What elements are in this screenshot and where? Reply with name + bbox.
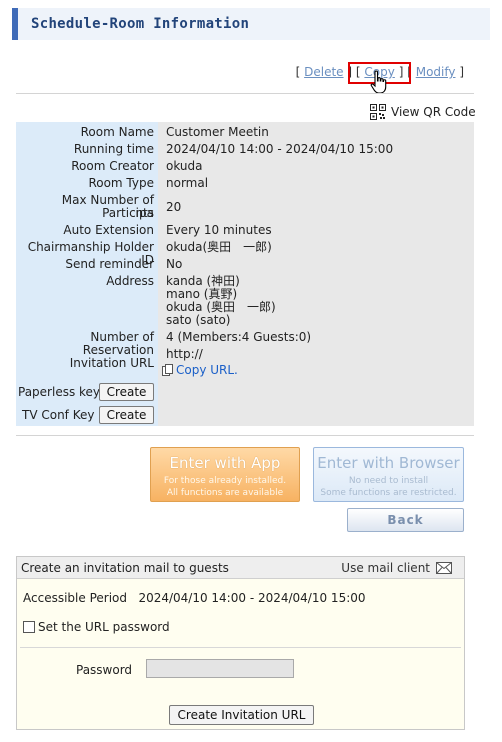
row-label: Address (106, 274, 154, 288)
enter-with-app-label: Enter with App (169, 454, 281, 472)
use-mail-client-label: Use mail client (341, 561, 430, 575)
row-label: Room Name (80, 125, 154, 139)
back-button[interactable]: Back (347, 508, 464, 532)
create-invitation-url-button[interactable]: Create Invitation URL (169, 705, 314, 725)
running-time-value: 2024/04/10 14:00 - 2024/04/10 15:00 (166, 142, 394, 156)
row-label: Paperless key (18, 385, 101, 399)
use-mail-client-link[interactable]: Use mail client (341, 561, 452, 575)
copy-icon (162, 364, 173, 376)
divider (16, 93, 474, 94)
enter-with-browser-subtext: No need to install (348, 476, 429, 486)
enter-with-app-button[interactable]: Enter with App For those already install… (150, 447, 300, 502)
enter-with-app-subtext: For those already installed. (163, 476, 287, 486)
address-item: sato (sato) (166, 313, 231, 327)
accessible-period-value: 2024/04/10 14:00 - 2024/04/10 15:00 (138, 591, 366, 605)
modify-link[interactable]: Modify (416, 65, 456, 79)
divider (20, 647, 461, 648)
copy-url-link[interactable]: Copy URL. (162, 364, 238, 377)
row-label: nts (135, 206, 154, 220)
invitation-mail-header: Create an invitation mail to guests Use … (17, 557, 464, 579)
invitation-mail-title: Create an invitation mail to guests (21, 561, 229, 575)
paperless-key-create-button[interactable]: Create (99, 383, 154, 401)
delete-link[interactable]: Delete (304, 65, 343, 79)
view-qr-code-label: View QR Code (391, 105, 476, 119)
enter-with-app-subtext: All functions are available (166, 488, 284, 498)
divider (16, 435, 474, 436)
password-input[interactable] (146, 659, 294, 678)
set-url-password-checkbox-row[interactable]: Set the URL password (23, 620, 170, 634)
accessible-period-label: Accessible Period (23, 591, 127, 605)
row-label: TV Conf Key (22, 408, 95, 422)
page-title-bar: Schedule-Room Information (12, 8, 490, 40)
enter-with-browser-label: Enter with Browser (317, 454, 460, 472)
bracket: [ (295, 65, 301, 79)
envelope-icon (436, 562, 452, 574)
row-label: Running time (73, 142, 154, 156)
max-participants-value: 20 (166, 200, 182, 214)
enter-with-browser-button[interactable]: Enter with Browser No need to install So… (313, 447, 464, 502)
send-reminder-value: No (166, 257, 183, 271)
accessible-period: Accessible Period 2024/04/10 14:00 - 202… (23, 591, 366, 605)
row-label: Room Creator (71, 159, 154, 173)
qr-code-icon (370, 104, 386, 120)
row-label: Invitation URL (69, 356, 154, 370)
password-label: Password (76, 663, 133, 677)
copy-url-label: Copy URL. (176, 363, 238, 377)
room-creator-value: okuda (166, 159, 203, 173)
row-label: Send reminder (65, 257, 154, 271)
invitation-url-value: http:// (166, 347, 203, 361)
set-url-password-label: Set the URL password (38, 620, 170, 634)
set-url-password-checkbox[interactable] (23, 621, 35, 633)
room-info-table: Room Name Customer Meetin Running time 2… (16, 122, 474, 426)
bracket: ] (459, 65, 464, 79)
enter-with-browser-subtext: Some functions are restricted. (320, 488, 457, 498)
reservation-value: 4 (Members:4 Guests:0) (166, 330, 312, 344)
page-title: Schedule-Room Information (31, 16, 250, 32)
auto-extension-value: Every 10 minutes (166, 223, 272, 237)
row-label: Auto Extension (63, 223, 154, 237)
row-label: Number of Reservation (82, 330, 154, 357)
view-qr-code-link[interactable]: View QR Code (370, 104, 476, 120)
tv-conf-key-create-button[interactable]: Create (99, 406, 154, 424)
row-label: Room Type (88, 176, 154, 190)
room-name-value: Customer Meetin (166, 125, 269, 139)
room-type-value: normal (166, 176, 209, 190)
chairmanship-holder-value: okuda(奥田 一郎) (166, 240, 272, 254)
invitation-mail-panel: Create an invitation mail to guests Use … (16, 556, 465, 730)
